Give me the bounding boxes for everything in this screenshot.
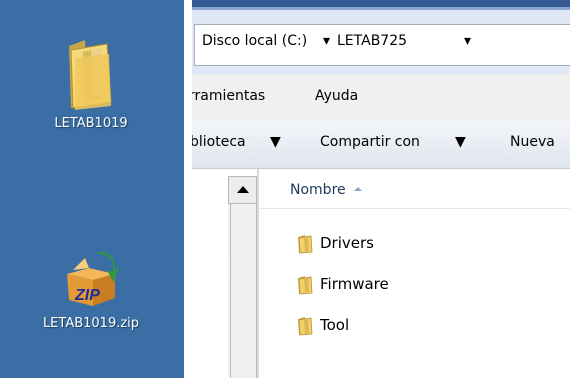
folder-icon xyxy=(298,276,313,295)
toolbar-biblioteca[interactable]: blioteca xyxy=(192,134,246,150)
desktop-icon-folder[interactable]: LETAB1019 xyxy=(26,36,156,131)
svg-text:ZIP: ZIP xyxy=(74,287,100,304)
file-name: Drivers xyxy=(320,234,374,252)
desktop: LETAB1019 ZIP LETAB1019.zip xyxy=(0,0,184,378)
chevron-down-icon[interactable]: ▼ xyxy=(270,134,281,150)
file-name: Tool xyxy=(320,316,350,334)
file-name: Firmware xyxy=(320,275,389,293)
menu-herramientas[interactable]: rramientas xyxy=(192,88,265,104)
toolbar-nueva-carpeta[interactable]: Nueva xyxy=(510,134,555,150)
zip-archive-icon: ZIP xyxy=(67,251,119,306)
desktop-icon-zip[interactable]: ZIP LETAB1019.zip xyxy=(26,248,156,331)
chevron-down-icon[interactable]: ▼ xyxy=(455,134,466,150)
folder-icon xyxy=(298,235,313,254)
folder-icon xyxy=(69,40,112,110)
column-header-nombre[interactable]: Nombre xyxy=(259,170,570,209)
column-header-label: Nombre xyxy=(290,182,346,198)
scrollbar-thumb[interactable] xyxy=(230,202,257,378)
chevron-down-icon[interactable]: ▾ xyxy=(464,33,471,49)
title-bar xyxy=(192,0,570,10)
scroll-up-icon[interactable] xyxy=(228,176,257,204)
sort-ascending-icon xyxy=(354,187,362,191)
desktop-icon-label: LETAB1019 xyxy=(54,116,128,131)
toolbar-compartir-con[interactable]: Compartir con xyxy=(320,134,420,150)
folder-icon xyxy=(298,317,313,336)
breadcrumb-drive[interactable]: Disco local (C:) xyxy=(202,33,307,49)
menu-ayuda[interactable]: Ayuda xyxy=(315,88,358,104)
desktop-icon-label: LETAB1019.zip xyxy=(42,316,140,331)
menu-bar: rramientas Ayuda xyxy=(192,74,570,120)
breadcrumb-folder[interactable]: LETAB725 xyxy=(337,33,407,49)
explorer-window: Disco local (C:) ▾ LETAB725 ▾ rramientas… xyxy=(192,0,570,378)
chevron-down-icon[interactable]: ▾ xyxy=(323,33,330,49)
command-bar: blioteca ▼ Compartir con ▼ Nueva xyxy=(192,120,570,169)
